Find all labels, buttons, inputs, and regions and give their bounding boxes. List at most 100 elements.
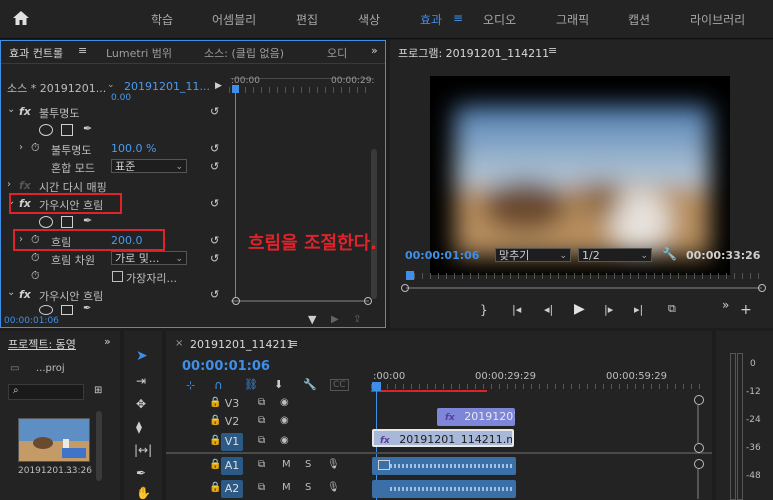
- ellipse-mask-icon[interactable]: [39, 124, 53, 136]
- track-label-v2[interactable]: V2: [221, 413, 243, 431]
- track-select-tool-icon[interactable]: ⇥: [136, 374, 146, 388]
- workspace-audio[interactable]: 오디오: [483, 11, 516, 28]
- clip-v2[interactable]: fx 20191201_: [437, 408, 515, 426]
- gaussian-blur-row-2[interactable]: ⌄ fx 가우시안 흐림 ↺: [1, 286, 225, 304]
- solo-button[interactable]: S: [305, 482, 311, 493]
- reset-icon[interactable]: ↺: [210, 142, 219, 155]
- reset-icon[interactable]: ↺: [210, 234, 219, 247]
- workspace-captions[interactable]: 캡션: [628, 11, 650, 28]
- scroll-handle-bottom[interactable]: [694, 443, 704, 453]
- workspace-learn[interactable]: 학습: [151, 11, 173, 28]
- opacity-group-row[interactable]: ⌄ fx 불투명도 ↺: [1, 103, 225, 121]
- add-marker-icon[interactable]: ⬇: [274, 378, 283, 391]
- mute-button[interactable]: M: [282, 482, 291, 493]
- zoom-start-handle[interactable]: [401, 284, 409, 292]
- ripple-edit-tool-icon[interactable]: ✥: [136, 397, 146, 411]
- mic-icon[interactable]: 🎙: [327, 459, 340, 470]
- workspace-menu-icon[interactable]: ≡: [453, 11, 463, 25]
- stopwatch-icon[interactable]: ⏱: [31, 141, 40, 155]
- timeline-settings-icon[interactable]: 🔧: [303, 378, 317, 391]
- more-tabs-icon[interactable]: »: [104, 335, 111, 348]
- step-forward-icon[interactable]: |▸: [604, 303, 613, 316]
- clip-label[interactable]: 20191201_11...: [124, 80, 210, 93]
- lock-icon[interactable]: 🔒: [209, 459, 221, 470]
- zoom-end-handle[interactable]: [758, 284, 766, 292]
- scroll-handle-top[interactable]: [694, 459, 704, 469]
- ellipse-mask-icon[interactable]: [39, 216, 53, 228]
- program-zoom-bar[interactable]: [406, 287, 762, 289]
- snap-icon[interactable]: ∩: [214, 378, 223, 392]
- selection-tool-icon[interactable]: ➤: [136, 348, 148, 364]
- mic-icon[interactable]: 🎙: [327, 482, 340, 493]
- lock-icon[interactable]: 🔒: [209, 435, 221, 446]
- panel-menu-icon[interactable]: ≡: [289, 337, 298, 350]
- project-scrollbar[interactable]: [96, 411, 102, 481]
- blend-mode-select[interactable]: 표준 ⌄: [111, 159, 187, 173]
- workspace-effects[interactable]: 효과: [420, 11, 442, 28]
- sync-lock-icon[interactable]: ⧉: [258, 482, 265, 493]
- more-controls-icon[interactable]: »: [722, 298, 729, 312]
- pen-tool-icon[interactable]: ✒: [136, 466, 146, 480]
- tab-audio[interactable]: 오디: [327, 45, 347, 61]
- panel-menu-icon[interactable]: ≡: [78, 44, 87, 57]
- track-label-v1[interactable]: V1: [221, 433, 243, 451]
- mini-zoom-bar[interactable]: [231, 300, 369, 302]
- go-to-in-icon[interactable]: |◂: [512, 303, 521, 316]
- lock-icon[interactable]: 🔒: [209, 482, 221, 493]
- new-bin-icon[interactable]: ⊞: [94, 385, 102, 396]
- project-title[interactable]: 프로젝트: 동영: [8, 336, 76, 352]
- sync-lock-icon[interactable]: ⧉: [258, 459, 265, 470]
- reset-icon[interactable]: ↺: [210, 288, 219, 301]
- hand-tool-icon[interactable]: ✋: [136, 486, 151, 500]
- pen-mask-icon[interactable]: ✒: [83, 303, 91, 314]
- clip-a1[interactable]: [372, 457, 516, 475]
- top-value[interactable]: 0.00: [111, 93, 131, 103]
- lock-icon[interactable]: 🔒: [209, 415, 221, 426]
- resolution-select[interactable]: 1/2 ⌄: [578, 248, 652, 262]
- zoom-end-handle[interactable]: [364, 297, 372, 305]
- eye-icon[interactable]: ◉: [280, 397, 289, 408]
- repeat-edge-checkbox[interactable]: [112, 271, 123, 282]
- stopwatch-icon[interactable]: ⏱: [31, 251, 40, 265]
- rect-mask-icon[interactable]: [61, 216, 73, 228]
- ellipse-mask-icon[interactable]: [39, 305, 53, 315]
- effect-controls-timecode[interactable]: 00:00:01:06: [4, 316, 59, 326]
- play-icon[interactable]: ▶: [574, 301, 585, 317]
- rect-mask-icon[interactable]: [61, 305, 73, 315]
- mark-out-icon[interactable]: }: [480, 303, 488, 317]
- fit-select[interactable]: 맞추기 ⌄: [495, 248, 571, 262]
- slip-tool-icon[interactable]: |↔|: [134, 443, 152, 457]
- reset-icon[interactable]: ↺: [210, 197, 219, 210]
- go-to-out-icon[interactable]: ▸|: [634, 303, 643, 316]
- clip-v1[interactable]: fx 20191201_114211.mp: [372, 429, 514, 447]
- pen-mask-icon[interactable]: ✒: [83, 214, 92, 227]
- fx-icon[interactable]: fx: [19, 288, 31, 301]
- track-label-a1[interactable]: A1: [221, 457, 243, 475]
- chevron-down-icon[interactable]: ⌄: [107, 80, 115, 90]
- workspace-graphics[interactable]: 그래픽: [556, 11, 589, 28]
- reset-icon[interactable]: ↺: [210, 252, 219, 265]
- eye-icon[interactable]: ◉: [280, 435, 289, 446]
- linked-selection-icon[interactable]: ⛓: [244, 378, 258, 391]
- sync-lock-icon[interactable]: ⧉: [258, 415, 265, 426]
- scroll-handle-top[interactable]: [694, 395, 704, 405]
- panel-menu-icon[interactable]: ≡: [548, 44, 557, 57]
- tab-lumetri-scopes[interactable]: Lumetri 범위: [106, 45, 172, 61]
- wrench-icon[interactable]: 🔧: [662, 247, 677, 261]
- project-search-input[interactable]: ⌕: [8, 384, 84, 400]
- sync-lock-icon[interactable]: ⧉: [258, 435, 265, 446]
- effect-controls-scrollbar[interactable]: [371, 149, 377, 299]
- chevron-down-icon[interactable]: ⌄: [7, 287, 15, 298]
- razor-tool-icon[interactable]: ⧫: [136, 420, 142, 434]
- opacity-value[interactable]: 100.0 %: [111, 142, 156, 155]
- sync-lock-icon[interactable]: ⧉: [258, 397, 265, 408]
- workspace-libraries[interactable]: 라이브러리: [690, 11, 745, 28]
- export-frame-icon[interactable]: ⧉: [668, 302, 676, 316]
- tab-source[interactable]: 소스: (클립 없음): [204, 45, 284, 61]
- tab-effect-controls[interactable]: 효과 컨트롤: [9, 45, 63, 61]
- video-track-scrollbar[interactable]: [697, 405, 699, 443]
- filter-icon[interactable]: ▼: [308, 313, 316, 326]
- blur-dimension-select[interactable]: 가로 및... ⌄: [111, 251, 187, 265]
- pen-mask-icon[interactable]: ✒: [83, 122, 92, 135]
- chevron-down-icon[interactable]: ⌄: [7, 104, 15, 115]
